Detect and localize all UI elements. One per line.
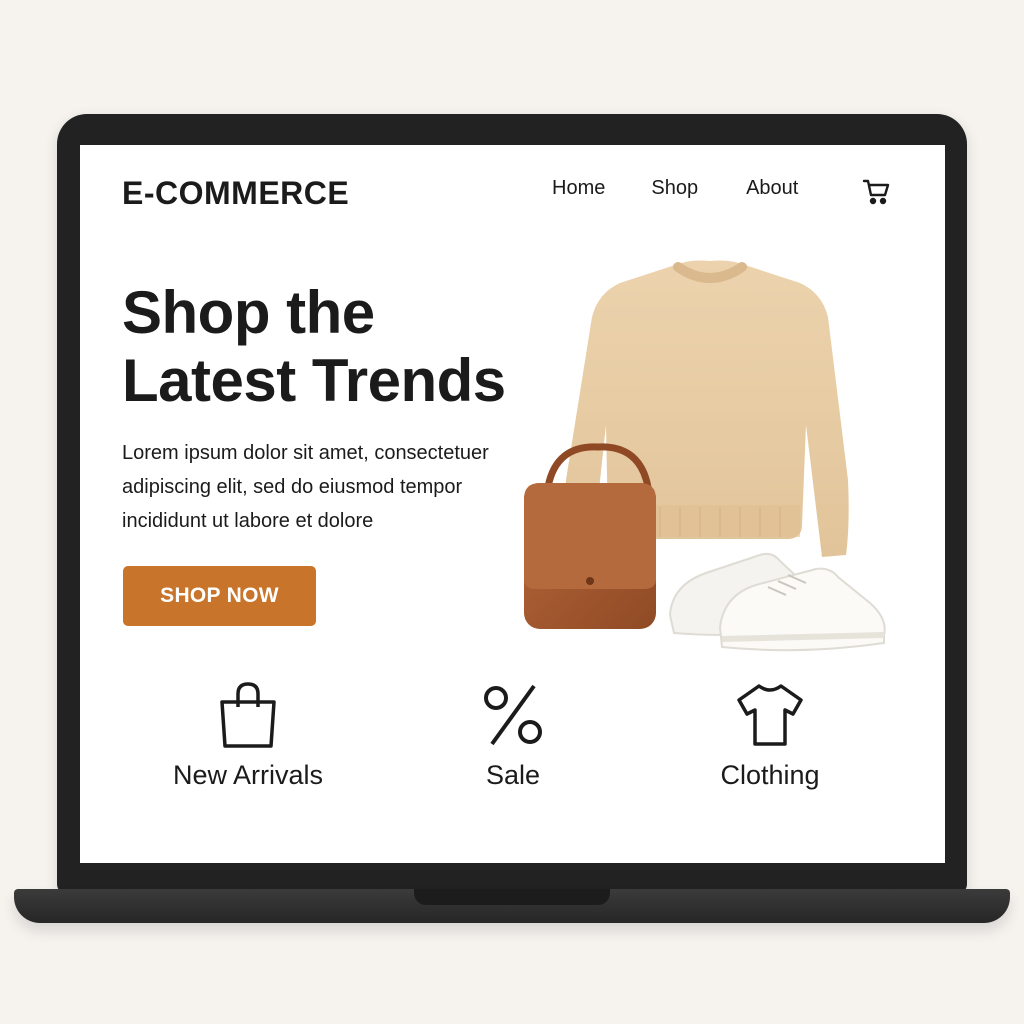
category-sale[interactable]: Sale — [403, 680, 623, 791]
nav-home-link[interactable]: Home — [552, 177, 605, 200]
category-label-clothing: Clothing — [720, 760, 820, 790]
category-label-sale: Sale — [485, 760, 541, 790]
tshirt-icon — [735, 680, 805, 750]
hero-title: Shop the Latest Trends — [122, 279, 562, 415]
scene: E-COMMERCE Home Shop About Shop the Late… — [0, 0, 1024, 1024]
sneakers-image — [668, 552, 886, 652]
laptop-notch — [414, 889, 610, 905]
shopping-bag-icon — [213, 680, 283, 750]
laptop-screen: E-COMMERCE Home Shop About Shop the Late… — [80, 145, 945, 863]
nav-about-link[interactable]: About — [746, 177, 798, 200]
percent-icon — [478, 680, 548, 750]
category-label-new-arrivals: New Arrivals — [172, 760, 324, 790]
hero-title-line-2: Latest Trends — [122, 347, 506, 414]
category-clothing[interactable]: Clothing — [660, 680, 880, 791]
hero-product-image — [524, 260, 886, 652]
hero-title-line-1: Shop the — [122, 279, 375, 346]
cart-icon[interactable] — [862, 177, 892, 207]
main-nav: Home Shop About — [552, 177, 798, 200]
hero-description: Lorem ipsum dolor sit amet, consectetuer… — [122, 442, 489, 532]
site-logo[interactable]: E-COMMERCE — [122, 175, 349, 212]
category-new-arrivals[interactable]: New Arrivals — [138, 680, 358, 791]
nav-shop-link[interactable]: Shop — [651, 177, 698, 200]
shop-now-button[interactable]: SHOP NOW — [123, 566, 316, 626]
